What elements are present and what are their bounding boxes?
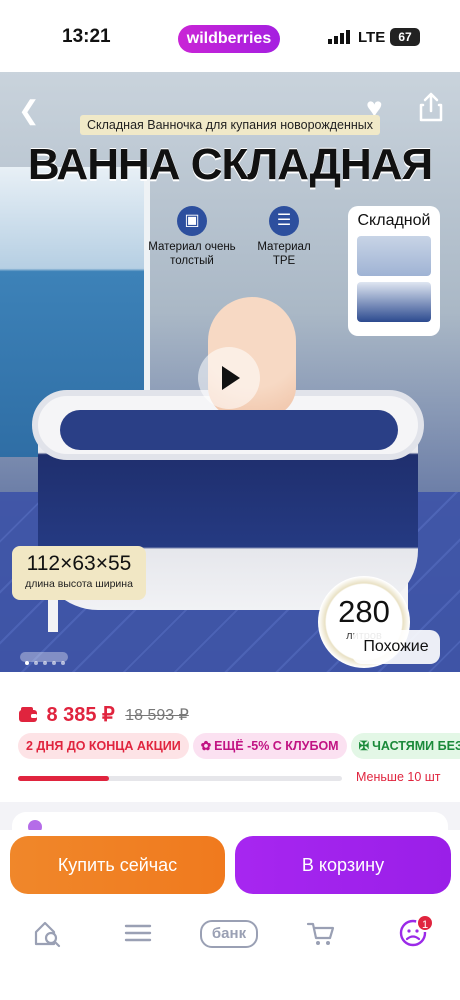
layers-icon: ☰ xyxy=(269,206,299,236)
pagination-dot xyxy=(52,661,56,665)
feature-thick-material: ▣ Материал очень толстый xyxy=(144,206,240,268)
folded-tub-image xyxy=(357,282,431,322)
buy-now-button[interactable]: Купить сейчас xyxy=(10,836,225,894)
promo-text: 2 ДНЯ ДО КОНЦА АКЦИИ xyxy=(26,739,181,753)
cart-icon[interactable] xyxy=(306,918,336,948)
cube-icon: ▣ xyxy=(177,206,207,236)
dimensions-badge: 112×63×55 длина высота ширина xyxy=(12,546,146,600)
feature-tpe-material: ☰ Материал TPE xyxy=(252,206,316,268)
stock-progress xyxy=(18,776,342,781)
feature-label: Материал очень толстый xyxy=(148,241,236,267)
battery-icon: 67 xyxy=(390,28,420,46)
dimensions-labels: длина высота ширина xyxy=(25,578,133,590)
back-icon[interactable]: ❮ xyxy=(18,97,42,123)
similar-button[interactable]: Похожие xyxy=(352,630,440,664)
play-video-button[interactable] xyxy=(198,347,260,409)
pagination-dot xyxy=(25,661,29,665)
bottom-tab-bar: банк 1 xyxy=(0,900,460,1000)
capacity-value: 280 xyxy=(338,594,390,629)
bank-tab[interactable]: банк xyxy=(200,920,258,948)
stock-label: Меньше 10 шт xyxy=(356,770,441,784)
status-bar: 13:21 wildberries LTE 67 xyxy=(0,0,460,72)
dimensions-value: 112×63×55 xyxy=(26,552,132,575)
promo-text: ЧАСТЯМИ БЕЗ xyxy=(372,739,460,753)
promo-chips: 2 ДНЯ ДО КОНЦА АКЦИИ ✿ ЕЩЁ -5% С КЛУБОМ ✠ ЧА… xyxy=(18,733,460,759)
pagination-dot xyxy=(43,661,47,665)
pagination-dot xyxy=(34,661,38,665)
brand-logo[interactable]: wildberries xyxy=(178,25,280,53)
old-price: 18 593 ₽ xyxy=(125,706,189,724)
tub-water-image xyxy=(60,410,398,450)
home-search-icon[interactable] xyxy=(32,918,62,948)
profile-notification-badge: 1 xyxy=(416,914,434,932)
promo-chip-deadline[interactable]: 2 ДНЯ ДО КОНЦА АКЦИИ xyxy=(18,733,189,759)
price-row: 8 385 ₽ 18 593 ₽ xyxy=(18,702,189,726)
product-image-subtitle: Складная Ванночка для купания новорожден… xyxy=(80,115,380,135)
current-price: 8 385 ₽ xyxy=(46,704,115,726)
network-type: LTE xyxy=(358,29,386,46)
promo-chip-installments[interactable]: ✠ ЧАСТЯМИ БЕЗ xyxy=(350,733,460,759)
fold-illustration: Складной xyxy=(348,206,440,336)
status-time: 13:21 xyxy=(62,26,111,47)
signal-icon xyxy=(328,30,350,44)
product-image-headline: ВАННА СКЛАДНАЯ xyxy=(27,140,433,189)
club-icon: ✿ xyxy=(200,739,212,753)
unfolded-tub-image xyxy=(357,236,431,276)
gallery-pagination xyxy=(20,652,68,665)
clover-icon: ✠ xyxy=(358,739,370,753)
promo-text: ЕЩЁ -5% С КЛУБОМ xyxy=(214,739,339,753)
fold-label: Складной xyxy=(357,212,431,229)
feature-label: Материал TPE xyxy=(257,241,311,267)
wallet-icon xyxy=(19,706,37,722)
share-icon[interactable] xyxy=(418,92,444,122)
stock-progress-fill xyxy=(18,776,109,781)
action-bar: Купить сейчас В корзину xyxy=(0,830,460,900)
promo-chip-club[interactable]: ✿ ЕЩЁ -5% С КЛУБОМ xyxy=(192,733,347,759)
pagination-dot xyxy=(61,661,65,665)
menu-icon[interactable] xyxy=(124,918,152,948)
add-to-cart-button[interactable]: В корзину xyxy=(235,836,451,894)
